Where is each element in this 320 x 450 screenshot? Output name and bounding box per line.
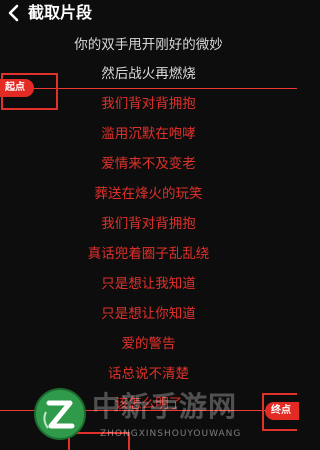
lyric-line: 滥用沉默在咆哮 <box>101 126 196 142</box>
lyric-line: 只是想让我知道 <box>101 276 196 292</box>
lyric-line: 爱情来不及变老 <box>101 156 196 172</box>
lyric-line: 真话兜着圈子乱乱绕 <box>87 246 210 262</box>
header-bar: 截取片段 <box>0 0 297 26</box>
lyric-line: 爱的警告 <box>121 336 176 352</box>
lyric-line: 葬送在烽火的玩笑 <box>94 186 203 202</box>
lyric-line: 我们背对背拥抱 <box>101 216 196 232</box>
lyric-line: 只是想让你知道 <box>101 306 196 322</box>
page-title: 截取片段 <box>28 3 93 22</box>
end-handle-frame-left[interactable] <box>68 432 130 450</box>
end-marker-line <box>0 410 297 411</box>
start-marker-badge[interactable]: 起点 <box>0 79 34 97</box>
chevron-left-icon[interactable] <box>7 4 21 22</box>
lyric-line: 你的双手甩开刚好的微妙 <box>74 37 223 53</box>
end-marker-badge[interactable]: 终点 <box>265 402 299 420</box>
lyric-line: 话总说不清楚 <box>108 366 189 382</box>
